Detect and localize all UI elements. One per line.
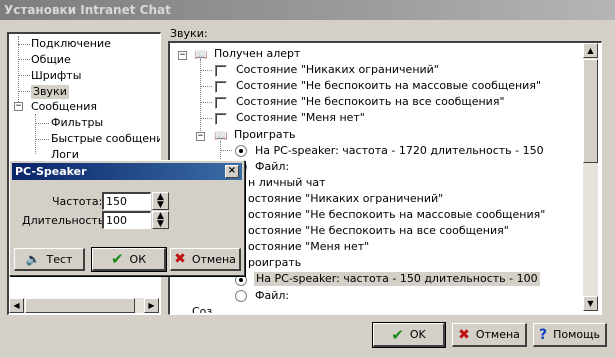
tree-item-sounds[interactable]: Звуки xyxy=(31,85,69,99)
radio-play1-pc-speaker[interactable] xyxy=(235,145,247,157)
duration-stepper[interactable]: ▲ ▼ xyxy=(152,211,169,229)
close-icon[interactable]: × xyxy=(225,165,239,178)
node-play1[interactable]: Проиграть xyxy=(234,128,296,142)
frequency-label: Частота: xyxy=(52,195,103,208)
play1-file[interactable]: Файл: xyxy=(255,160,289,174)
duration-label: Длительность: xyxy=(22,214,109,227)
ok-button-label: OK xyxy=(409,328,426,341)
ok-button[interactable]: ✔ OK xyxy=(372,322,446,348)
check-icon: ✔ xyxy=(110,250,124,268)
checkbox-alert-state-2[interactable] xyxy=(215,81,227,93)
help-button[interactable]: ? Помощь xyxy=(533,323,607,347)
private-state-2: остояние "Не беспокоить на массовые сооб… xyxy=(248,208,546,221)
checkbox-alert-state-3[interactable] xyxy=(215,97,227,109)
dialog-title: PC-Speaker × xyxy=(12,163,242,180)
checkbox-alert-state-1[interactable] xyxy=(215,65,227,77)
play2-pc-speaker[interactable]: На PC-speaker: частота - 150 длительност… xyxy=(254,272,540,286)
scroll-right-icon[interactable]: ▶ xyxy=(144,298,159,313)
pc-speaker-dialog: PC-Speaker × Частота: 150 ▲ ▼ Длительнос… xyxy=(9,160,245,276)
node-cutoff: Соз… … xyxy=(192,305,238,313)
test-button-label: Тест xyxy=(46,252,73,266)
dialog-ok-button[interactable]: ✔ ОК xyxy=(91,247,167,272)
sounds-vscroll-thumb[interactable] xyxy=(583,59,598,163)
check-icon: ✔ xyxy=(391,325,404,344)
frequency-input[interactable]: 150 xyxy=(102,192,151,210)
cross-icon: ✖ xyxy=(174,251,186,267)
private-state-3: остояние "Не беспокоить на все сообщения… xyxy=(248,224,509,237)
frequency-stepper[interactable]: ▲ ▼ xyxy=(152,192,169,210)
help-button-label: Помощь xyxy=(553,328,600,341)
speaker-icon: 🔈 xyxy=(25,252,41,266)
cross-icon: ✖ xyxy=(458,326,470,343)
node-private-group[interactable]: н личный чат xyxy=(248,176,326,190)
scroll-down-icon[interactable]: ▼ xyxy=(583,296,598,311)
collapse-play1-icon[interactable]: − xyxy=(196,132,205,141)
left-hscroll-thumb[interactable] xyxy=(25,298,135,313)
alert-state-4: Состояние "Меня нет" xyxy=(236,111,365,124)
tree-item-connection[interactable]: Подключение xyxy=(31,37,111,51)
alert-state-2: Состояние "Не беспокоить на массовые соо… xyxy=(236,79,542,92)
spin-down-icon[interactable]: ▼ xyxy=(153,220,168,229)
help-icon: ? xyxy=(539,326,548,343)
duration-input[interactable]: 100 xyxy=(102,211,151,229)
test-button[interactable]: 🔈 Тест xyxy=(14,248,85,271)
window-title: Установки Intranet Chat xyxy=(0,0,615,20)
dialog-ok-label: ОК xyxy=(129,252,147,266)
node-play2[interactable]: роиграть xyxy=(248,256,301,270)
spin-down-icon[interactable]: ▼ xyxy=(153,201,168,210)
tree-item-general[interactable]: Общие xyxy=(31,53,71,67)
dialog-title-text: PC-Speaker xyxy=(15,165,87,178)
checkbox-alert-state-4[interactable] xyxy=(215,113,227,125)
node-alert-group[interactable]: Получен алерт xyxy=(214,47,300,61)
collapse-alert-icon[interactable]: − xyxy=(178,51,187,60)
expand-messages-icon[interactable]: − xyxy=(14,102,23,111)
play2-file[interactable]: Файл: xyxy=(255,289,289,303)
dialog-cancel-button[interactable]: ✖ Отмена xyxy=(170,248,241,271)
radio-play2-file[interactable] xyxy=(235,290,247,302)
private-state-4: остояние "Меня нет" xyxy=(248,240,370,253)
play1-pc-speaker[interactable]: На PC-speaker: частота - 1720 длительнос… xyxy=(255,144,544,158)
sounds-label: Звуки: xyxy=(170,27,208,40)
tree-item-fonts[interactable]: Шрифты xyxy=(31,69,81,83)
tree-item-quick-messages[interactable]: Быстрые сообщения xyxy=(51,132,160,146)
dialog-cancel-label: Отмена xyxy=(191,252,236,266)
tree-item-filters[interactable]: Фильтры xyxy=(51,116,103,130)
cancel-button-label: Отмена xyxy=(475,328,520,341)
scroll-left-icon[interactable]: ◀ xyxy=(9,298,24,313)
cancel-button[interactable]: ✖ Отмена xyxy=(452,323,527,347)
book-icon: 📖 xyxy=(214,129,228,142)
alert-state-3: Состояние "Не беспокоить на все сообщени… xyxy=(236,95,505,108)
scroll-up-icon[interactable]: ▲ xyxy=(583,43,598,58)
tree-item-messages[interactable]: Сообщения xyxy=(31,100,97,114)
private-state-1: остояние "Никаких ограничений" xyxy=(248,192,444,205)
alert-state-1: Состояние "Никаких ограничений" xyxy=(236,63,439,76)
